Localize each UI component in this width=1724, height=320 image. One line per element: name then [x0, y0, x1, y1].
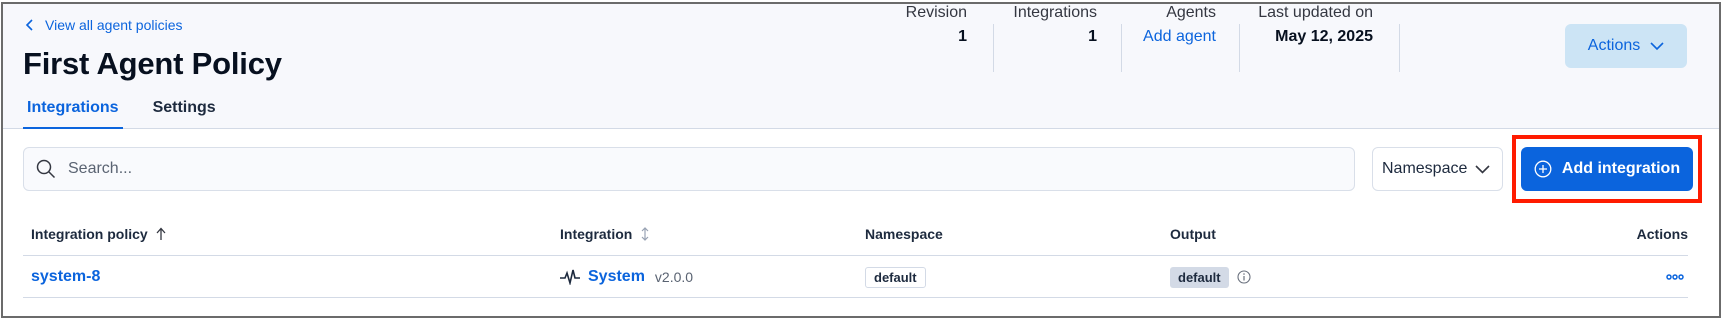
- column-header-policy[interactable]: Integration policy: [31, 226, 166, 242]
- ellipsis-icon[interactable]: [1666, 274, 1684, 280]
- namespace-filter[interactable]: Namespace: [1372, 147, 1503, 191]
- integration-version: v2.0.0: [654, 269, 694, 285]
- stat-divider: [1121, 24, 1122, 72]
- namespace-badge: default: [865, 266, 926, 288]
- integration-cell: System v2.0.0: [560, 256, 693, 298]
- add-integration-label: Add integration: [1561, 160, 1681, 177]
- actions-button[interactable]: Actions: [1565, 24, 1687, 68]
- chevron-left-icon: [25, 19, 33, 31]
- stat-divider: [1239, 24, 1240, 72]
- stat-last-updated-label: Last updated on: [1258, 4, 1373, 21]
- sort-icon: [641, 227, 649, 241]
- table-header: Integration policy Integration Namespace…: [23, 220, 1688, 256]
- column-header-label: Integration policy: [31, 226, 148, 242]
- sort-up-icon: [156, 227, 166, 240]
- policy-cell: system-8: [31, 256, 100, 298]
- stat-divider: [993, 24, 994, 72]
- stat-integrations-value: 1: [1088, 28, 1097, 45]
- stat-revision-value: 1: [958, 28, 967, 45]
- stat-last-updated-value: May 12, 2025: [1275, 28, 1373, 45]
- column-header-output: Output: [1170, 226, 1216, 242]
- tab-integrations[interactable]: Integrations: [23, 93, 123, 129]
- search-icon: [36, 159, 56, 179]
- search-input[interactable]: [68, 160, 1268, 178]
- page-header: View all agent policies First Agent Poli…: [3, 4, 1719, 129]
- actions-button-label: Actions: [1587, 37, 1641, 54]
- namespace-filter-label: Namespace: [1382, 160, 1468, 177]
- stat-agents: Agents Add agent: [1143, 4, 1216, 56]
- column-header-actions: Actions: [1636, 226, 1688, 242]
- add-integration-button[interactable]: Add integration: [1521, 147, 1693, 191]
- namespace-cell: default: [865, 256, 926, 298]
- chevron-down-icon: [1475, 164, 1490, 174]
- column-header-namespace: Namespace: [865, 226, 943, 242]
- stat-agents-label: Agents: [1166, 4, 1216, 21]
- stat-revision-label: Revision: [905, 4, 967, 21]
- add-agent-link[interactable]: Add agent: [1143, 28, 1216, 46]
- back-link[interactable]: View all agent policies: [25, 17, 183, 33]
- stat-integrations: Integrations 1: [1013, 4, 1097, 56]
- policy-name-link[interactable]: system-8: [31, 268, 100, 286]
- back-link-label: View all agent policies: [45, 17, 183, 33]
- chevron-down-icon: [1650, 41, 1664, 50]
- stat-last-updated: Last updated on May 12, 2025: [1258, 4, 1373, 56]
- pulse-icon: [560, 269, 580, 285]
- integration-name-link[interactable]: System: [588, 268, 645, 286]
- search-field[interactable]: [23, 147, 1355, 191]
- app-window: View all agent policies First Agent Poli…: [1, 2, 1721, 318]
- page-title: First Agent Policy: [23, 46, 282, 81]
- column-header-integration[interactable]: Integration: [560, 226, 650, 242]
- table-row: system-8 System v2.0.0 default default: [23, 256, 1688, 298]
- stat-integrations-label: Integrations: [1013, 4, 1097, 21]
- output-badge: default: [1170, 266, 1229, 288]
- output-cell: default: [1170, 256, 1251, 298]
- actions-cell: [1666, 256, 1684, 298]
- tab-bar: Integrations Settings: [23, 93, 220, 129]
- info-icon[interactable]: [1237, 270, 1251, 284]
- stat-revision: Revision 1: [906, 4, 967, 56]
- stat-divider: [1399, 24, 1400, 72]
- plus-circle-icon: [1534, 160, 1552, 178]
- column-header-label: Integration: [560, 226, 633, 242]
- tab-settings[interactable]: Settings: [149, 93, 220, 129]
